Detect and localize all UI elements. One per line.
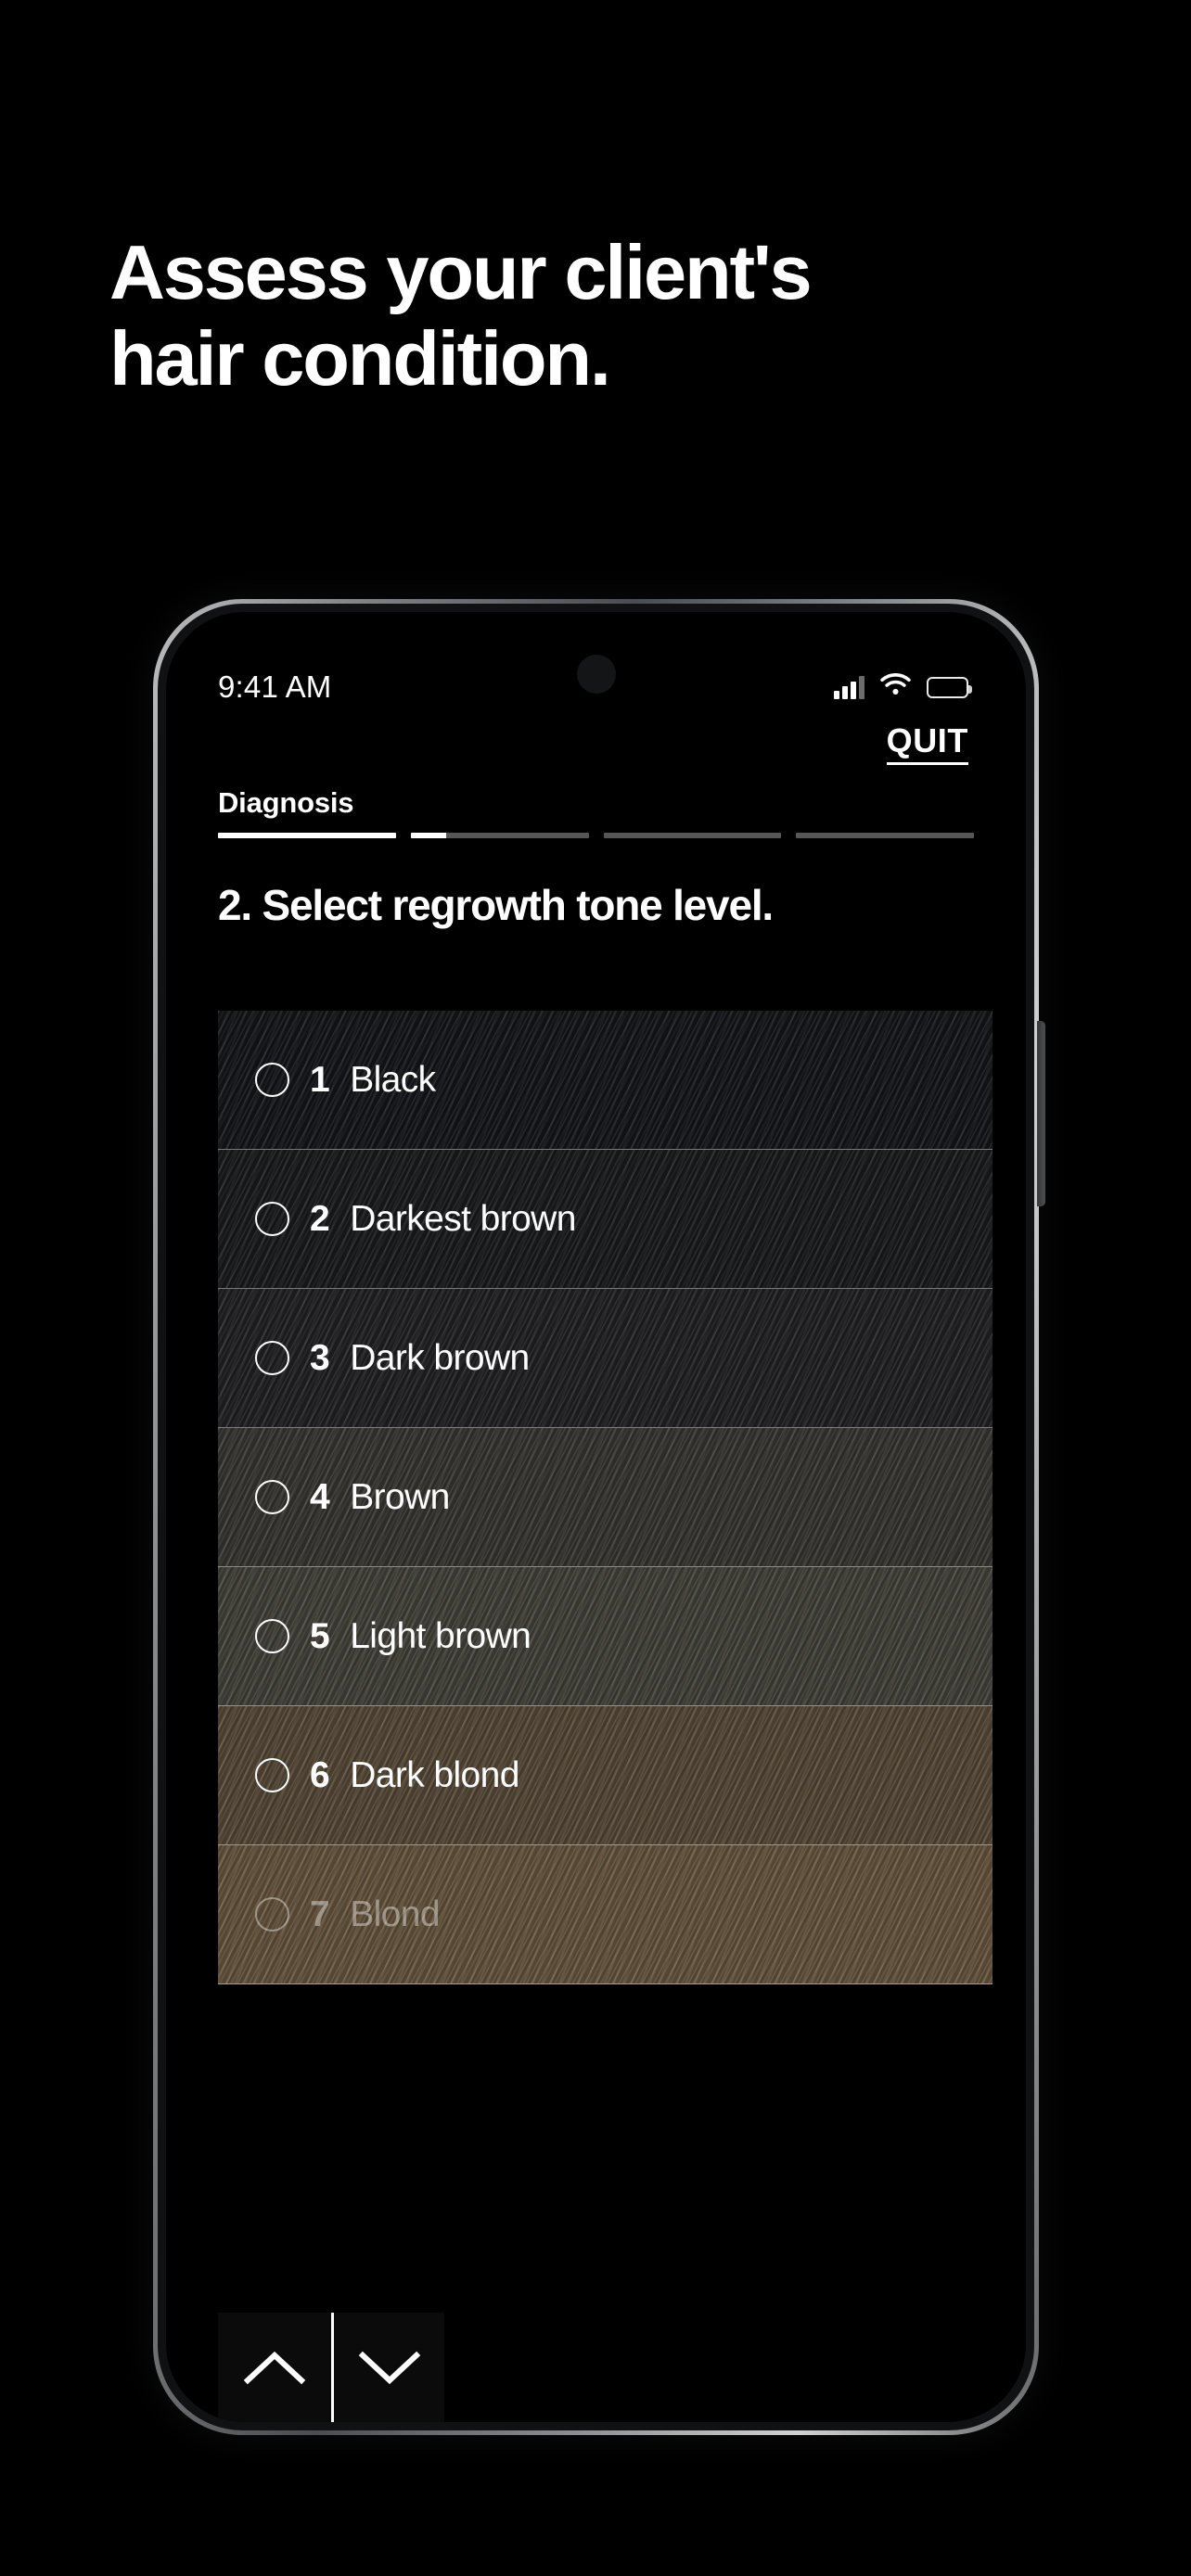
progress-segment-4[interactable] xyxy=(796,833,974,838)
tone-option-name: Blond xyxy=(350,1894,440,1934)
tone-option-name: Dark blond xyxy=(350,1754,519,1795)
screenshot-root: Assess your client's hair condition. 9:4… xyxy=(0,0,1191,2576)
phone-mockup-frame: 9:41 AM QUIT Diagnosis 2. Select regrowt… xyxy=(153,599,1045,2435)
tone-option-list[interactable]: 1 Black 2 Darkest brown 3 Dark brown 4 Brown 5 Li… xyxy=(218,1011,992,2422)
tone-option-name: Brown xyxy=(350,1476,450,1517)
tone-option-name: Darkest brown xyxy=(350,1198,576,1239)
phone-side-button[interactable] xyxy=(1037,1021,1045,1206)
tab-diagnosis-label: Diagnosis xyxy=(218,786,354,819)
tone-option-row[interactable]: 6 Dark blond xyxy=(218,1706,992,1845)
progress-tabs: Diagnosis xyxy=(218,786,974,838)
tone-option-name: Dark brown xyxy=(350,1337,530,1378)
tone-option-number: 1 xyxy=(310,1059,330,1100)
tone-option-row[interactable]: 5 Light brown xyxy=(218,1567,992,1706)
tone-option-content: 3 Dark brown xyxy=(255,1338,530,1379)
tone-option-name: Light brown xyxy=(350,1615,531,1656)
quit-button[interactable]: QUIT xyxy=(886,721,968,765)
chevron-down-icon xyxy=(358,2351,420,2385)
tone-option-number: 6 xyxy=(310,1754,330,1795)
tone-option-number: 3 xyxy=(310,1337,330,1378)
tone-option-row[interactable]: 1 Black xyxy=(218,1011,992,1150)
tone-option-number: 4 xyxy=(310,1476,330,1517)
radio-button-icon[interactable] xyxy=(255,1897,289,1932)
scroll-up-button[interactable] xyxy=(218,2313,331,2422)
header-actions: QUIT xyxy=(166,721,1026,765)
tone-option-name: Black xyxy=(350,1059,436,1100)
tone-option-row[interactable]: 2 Darkest brown xyxy=(218,1150,992,1289)
tone-option-content: 6 Dark blond xyxy=(255,1755,519,1796)
battery-icon xyxy=(927,676,972,698)
wifi-icon xyxy=(880,672,911,701)
tone-option-content: 4 Brown xyxy=(255,1477,450,1518)
tone-option-content: 7 Blond xyxy=(255,1894,441,1935)
tone-option-content: 5 Light brown xyxy=(255,1616,531,1657)
tone-option-row[interactable]: 4 Brown xyxy=(218,1428,992,1567)
page-title-line-2: hair condition. xyxy=(109,314,611,402)
progress-track xyxy=(218,833,974,838)
radio-button-icon[interactable] xyxy=(255,1063,289,1097)
tone-option-row[interactable]: 7 Blond xyxy=(218,1845,992,1984)
status-bar-icons xyxy=(834,672,972,701)
progress-segment-1[interactable] xyxy=(218,833,396,838)
page-title: Assess your client's hair condition. xyxy=(109,229,1083,402)
tone-option-number: 7 xyxy=(310,1894,330,1934)
phone-screen: 9:41 AM QUIT Diagnosis 2. Select regrowt… xyxy=(166,612,1026,2422)
tone-option-content: 1 Black xyxy=(255,1060,436,1101)
progress-segment-3[interactable] xyxy=(603,833,782,838)
progress-segment-fill xyxy=(410,833,447,838)
question-heading: 2. Select regrowth tone level. xyxy=(218,881,774,929)
scroll-down-button[interactable] xyxy=(331,2313,444,2422)
cellular-signal-icon xyxy=(834,675,864,699)
tone-option-number: 2 xyxy=(310,1198,330,1239)
radio-button-icon[interactable] xyxy=(255,1758,289,1792)
progress-segment-2[interactable] xyxy=(410,833,589,838)
status-bar: 9:41 AM xyxy=(166,660,1026,714)
tone-option-number: 5 xyxy=(310,1615,330,1656)
progress-segment-fill xyxy=(218,833,396,838)
phone-bezel: 9:41 AM QUIT Diagnosis 2. Select regrowt… xyxy=(158,604,1034,2430)
tone-option-row[interactable]: 3 Dark brown xyxy=(218,1289,992,1428)
scroll-navigation xyxy=(218,2313,444,2422)
chevron-up-icon xyxy=(244,2351,305,2385)
radio-button-icon[interactable] xyxy=(255,1619,289,1653)
radio-button-icon[interactable] xyxy=(255,1480,289,1514)
tone-option-content: 2 Darkest brown xyxy=(255,1199,576,1240)
radio-button-icon[interactable] xyxy=(255,1202,289,1236)
status-bar-time: 9:41 AM xyxy=(218,670,332,704)
radio-button-icon[interactable] xyxy=(255,1341,289,1375)
page-title-line-1: Assess your client's xyxy=(109,229,813,315)
